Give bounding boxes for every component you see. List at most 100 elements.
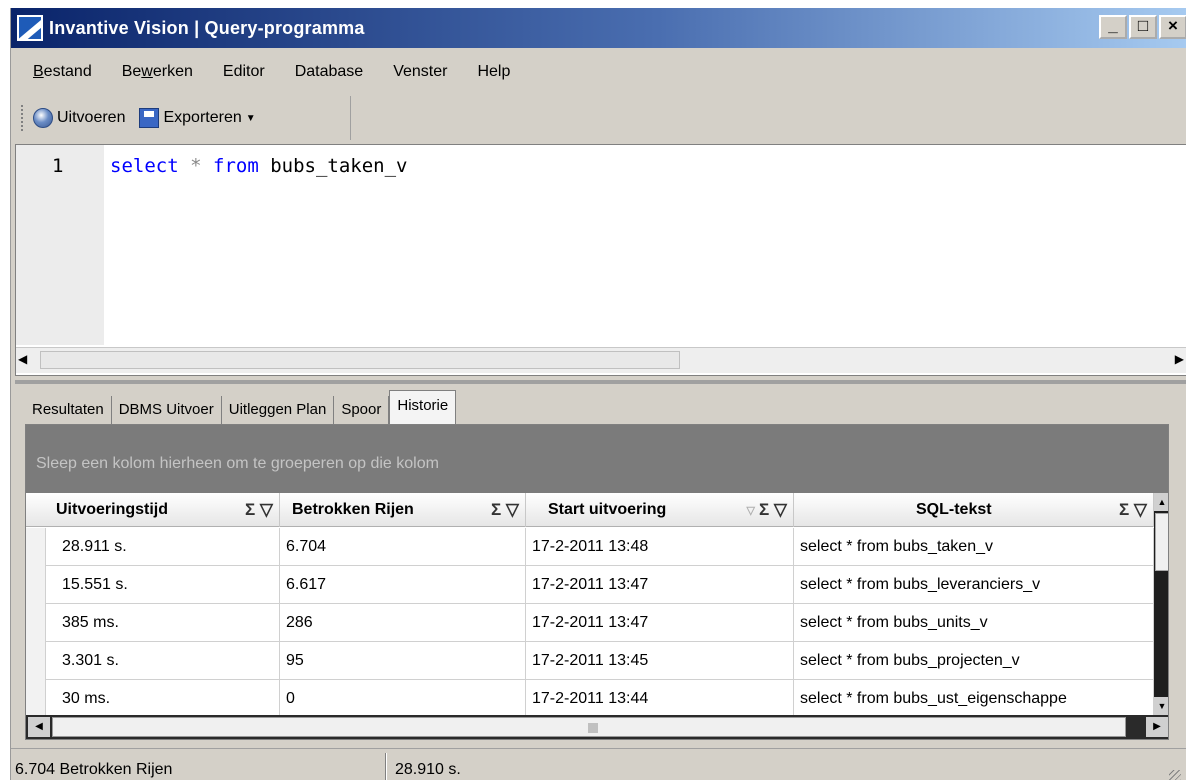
row-selector[interactable] [26, 680, 46, 718]
cell-uitvoeringstijd: 15.551 s. [46, 566, 280, 604]
window-controls: _ □ × [1099, 15, 1186, 39]
cell-start-uitvoering: 17-2-2011 13:47 [526, 566, 794, 604]
query-window: Invantive Vision | Query-programma _ □ ×… [10, 8, 1186, 780]
column-label: SQL-tekst [916, 501, 992, 518]
table-row[interactable]: 3.301 s. 95 17-2-2011 13:45 select * fro… [26, 642, 1168, 680]
cell-uitvoeringstijd: 30 ms. [46, 680, 280, 718]
cell-betrokken-rijen: 6.704 [280, 528, 526, 566]
sort-indicator-icon: ▽ [746, 504, 755, 517]
grid-vertical-scrollbar[interactable]: ▲ ▼ [1154, 493, 1168, 715]
export-button[interactable]: Exporteren [163, 109, 241, 127]
cell-start-uitvoering: 17-2-2011 13:48 [526, 528, 794, 566]
column-label: Betrokken Rijen [292, 501, 414, 518]
vertical-scroll-thumb[interactable] [1155, 513, 1168, 571]
row-selector[interactable] [26, 642, 46, 680]
cell-betrokken-rijen: 286 [280, 604, 526, 642]
cell-sql-tekst: select * from bubs_leveranciers_v [794, 566, 1154, 604]
group-by-hint: Sleep een kolom hierheen om te groeperen… [36, 455, 439, 472]
tab-dbms-uitvoer[interactable]: DBMS Uitvoer [112, 396, 222, 424]
sql-editor[interactable]: 1 select * from bubs_taken_v ◀ ▶ [15, 144, 1186, 376]
run-button[interactable]: Uitvoeren [57, 109, 125, 127]
cell-betrokken-rijen: 0 [280, 680, 526, 718]
toolbar: Uitvoeren Exporteren ▼ [11, 96, 351, 140]
tab-uitleggen-plan[interactable]: Uitleggen Plan [222, 396, 335, 424]
cell-sql-tekst: select * from bubs_ust_eigenschappe [794, 680, 1154, 718]
menu-bewerken[interactable]: Bewerken [122, 63, 193, 81]
app-icon [17, 15, 43, 41]
thumb-grip-icon [588, 723, 598, 733]
cell-uitvoeringstijd: 3.301 s. [46, 642, 280, 680]
line-number: 1 [52, 155, 64, 177]
toolbar-grip[interactable] [21, 105, 25, 131]
table-identifier: bubs_taken_v [270, 155, 408, 177]
row-selector[interactable] [26, 604, 46, 642]
cell-sql-tekst: select * from bubs_units_v [794, 604, 1154, 642]
maximize-button[interactable]: □ [1129, 15, 1157, 39]
scroll-right-icon[interactable]: ▶ [1175, 352, 1184, 366]
export-icon[interactable] [139, 108, 160, 128]
scroll-down-icon[interactable]: ▼ [1154, 697, 1168, 715]
window-title: Invantive Vision | Query-programma [49, 17, 365, 38]
minimize-button[interactable]: _ [1099, 15, 1127, 39]
scroll-right-icon[interactable]: ▶ [1146, 717, 1168, 737]
asterisk: * [190, 155, 202, 177]
editor-horizontal-scrollbar[interactable]: ◀ ▶ [16, 347, 1186, 373]
group-by-panel[interactable]: Sleep een kolom hierheen om te groeperen… [26, 425, 1168, 493]
table-row[interactable]: 15.551 s. 6.617 17-2-2011 13:47 select *… [26, 566, 1168, 604]
scroll-up-icon[interactable]: ▲ [1154, 493, 1168, 511]
status-bar: 6.704 Betrokken Rijen 28.910 s. [11, 748, 1186, 780]
cell-start-uitvoering: 17-2-2011 13:44 [526, 680, 794, 718]
horizontal-scroll-thumb[interactable] [52, 717, 1126, 737]
table-row[interactable]: 385 ms. 286 17-2-2011 13:47 select * fro… [26, 604, 1168, 642]
sum-filter-icon[interactable]: Σ ▽ [759, 500, 787, 520]
sum-filter-icon[interactable]: Σ ▽ [1119, 500, 1147, 520]
close-button[interactable]: × [1159, 15, 1186, 39]
column-header-start-uitvoering[interactable]: Start uitvoering ▽ Σ ▽ [526, 493, 794, 527]
grid-header: Uitvoeringstijd Σ ▽ Betrokken Rijen Σ ▽ … [26, 493, 1168, 527]
column-header-sql-tekst[interactable]: SQL-tekst Σ ▽ [794, 493, 1154, 527]
scroll-left-icon[interactable]: ◀ [28, 717, 50, 737]
sql-code[interactable]: select * from bubs_taken_v [110, 155, 408, 177]
menu-help[interactable]: Help [477, 63, 510, 81]
row-selector[interactable] [26, 566, 46, 604]
status-rows-affected: 6.704 Betrokken Rijen [15, 761, 173, 778]
run-icon[interactable] [33, 108, 53, 128]
menu-venster[interactable]: Venster [393, 63, 447, 81]
cell-start-uitvoering: 17-2-2011 13:45 [526, 642, 794, 680]
menu-editor[interactable]: Editor [223, 63, 265, 81]
resize-grip-icon[interactable] [1169, 770, 1181, 780]
export-dropdown-icon[interactable]: ▼ [246, 113, 256, 124]
column-header-uitvoeringstijd[interactable]: Uitvoeringstijd Σ ▽ [46, 493, 280, 527]
scroll-left-icon[interactable]: ◀ [18, 352, 27, 366]
result-tabs: Resultaten DBMS Uitvoer Uitleggen Plan S… [25, 390, 457, 424]
keyword-from: from [213, 155, 259, 177]
cell-sql-tekst: select * from bubs_taken_v [794, 528, 1154, 566]
column-label: Start uitvoering [548, 501, 667, 518]
editor-scroll-thumb[interactable] [40, 351, 680, 369]
splitter[interactable] [15, 380, 1186, 384]
column-label: Uitvoeringstijd [56, 501, 169, 518]
history-grid: Sleep een kolom hierheen om te groeperen… [25, 424, 1169, 740]
table-row[interactable]: 28.911 s. 6.704 17-2-2011 13:48 select *… [26, 528, 1168, 566]
grid-horizontal-scrollbar[interactable]: ◀ ▶ [26, 715, 1168, 739]
menu-bestand[interactable]: Bestand [33, 63, 92, 81]
cell-start-uitvoering: 17-2-2011 13:47 [526, 604, 794, 642]
row-selector[interactable] [26, 528, 46, 566]
cell-uitvoeringstijd: 28.911 s. [46, 528, 280, 566]
sum-filter-icon[interactable]: Σ ▽ [245, 500, 273, 520]
table-row[interactable]: 30 ms. 0 17-2-2011 13:44 select * from b… [26, 680, 1168, 718]
menu-database[interactable]: Database [295, 63, 364, 81]
status-separator [385, 753, 387, 780]
cell-betrokken-rijen: 95 [280, 642, 526, 680]
sum-filter-icon[interactable]: Σ ▽ [491, 500, 519, 520]
tab-historie[interactable]: Historie [389, 390, 457, 424]
tab-resultaten[interactable]: Resultaten [25, 396, 112, 424]
title-bar[interactable]: Invantive Vision | Query-programma _ □ × [11, 8, 1186, 48]
cell-sql-tekst: select * from bubs_projecten_v [794, 642, 1154, 680]
cell-betrokken-rijen: 6.617 [280, 566, 526, 604]
keyword-select: select [110, 155, 179, 177]
tab-spoor[interactable]: Spoor [334, 396, 390, 424]
menu-bar: Bestand Bewerken Editor Database Venster… [11, 50, 1186, 94]
column-header-betrokken-rijen[interactable]: Betrokken Rijen Σ ▽ [280, 493, 526, 527]
cell-uitvoeringstijd: 385 ms. [46, 604, 280, 642]
